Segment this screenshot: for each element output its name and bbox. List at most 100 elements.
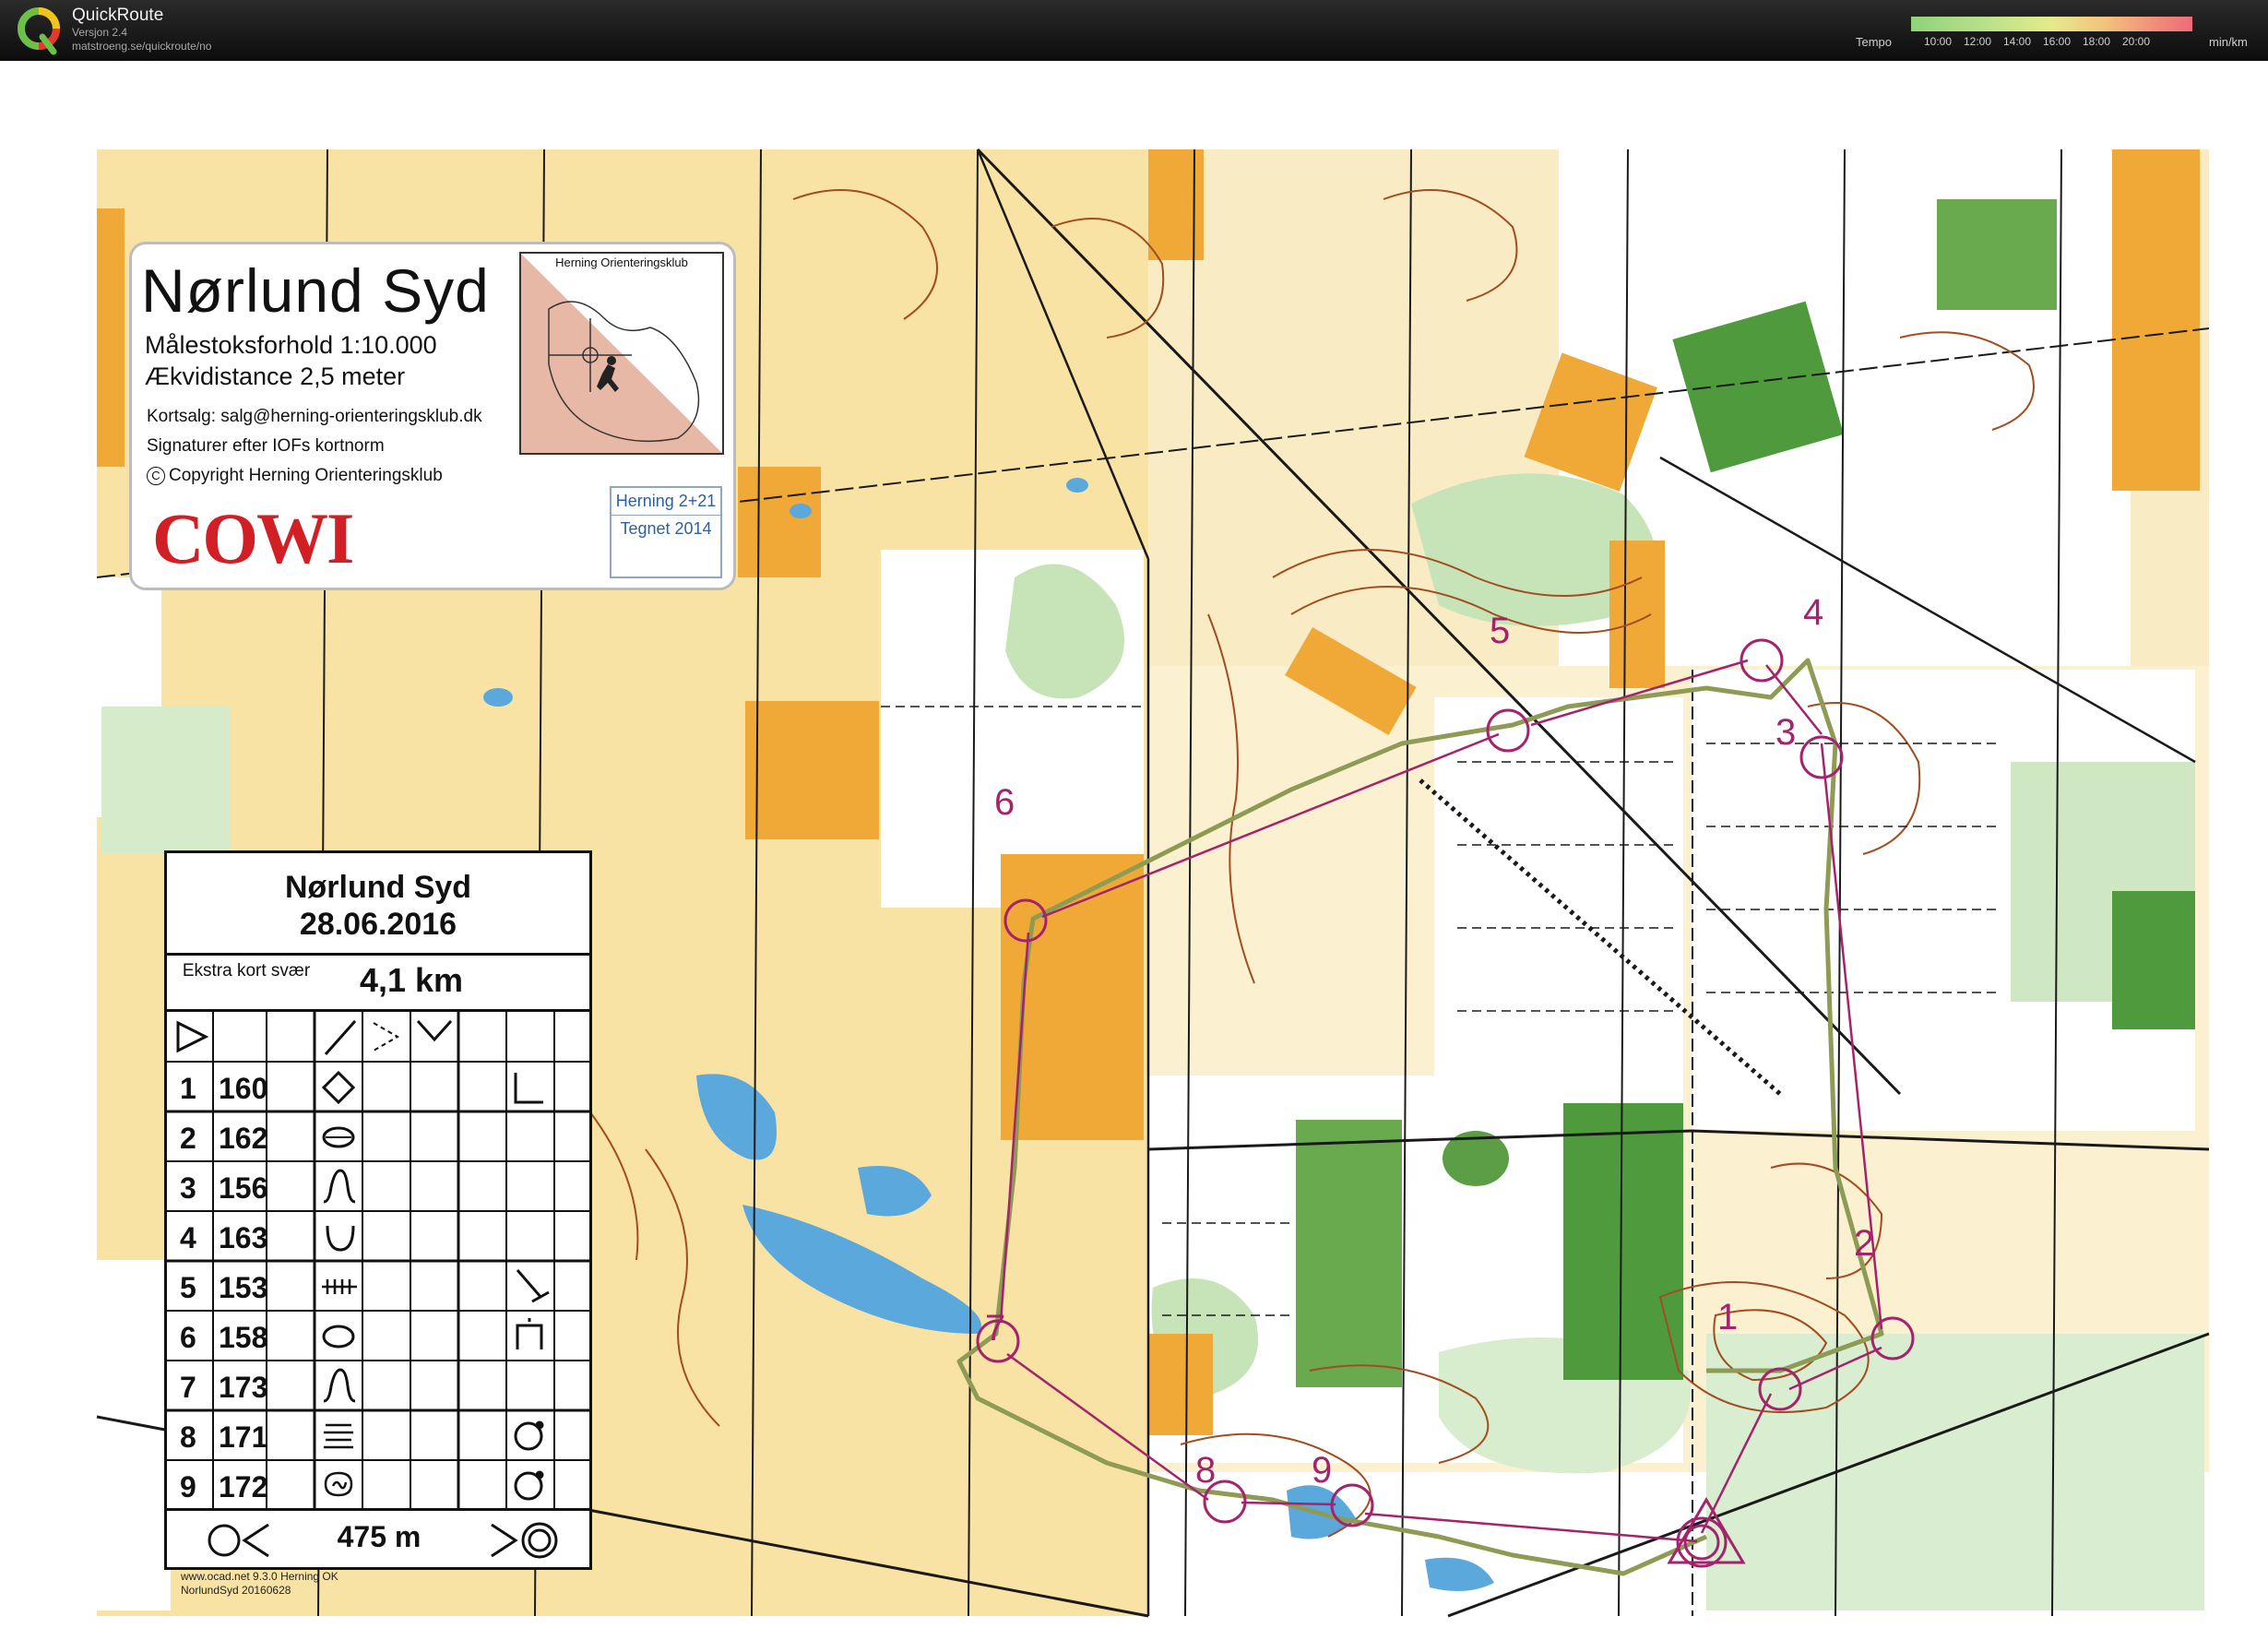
print-info: www.ocad.net 9.3.0 Herning OK NorlundSyd… xyxy=(181,1570,338,1598)
desc-row-4-num: 4 xyxy=(180,1221,196,1254)
desc-row-3-num: 3 xyxy=(180,1171,196,1205)
desc-row-1-code: 160 xyxy=(219,1072,267,1105)
marsh-symbol-icon xyxy=(324,1423,353,1449)
control-label-4: 4 xyxy=(1803,592,1824,633)
course-length: 4,1 km xyxy=(359,961,464,999)
tempo-tick: 16:00 xyxy=(2043,35,2072,48)
control-label-2: 2 xyxy=(1854,1223,1875,1264)
rough-open-area xyxy=(745,701,879,839)
club-area-map xyxy=(521,254,722,453)
print-info-line: www.ocad.net 9.3.0 Herning OK xyxy=(181,1570,338,1583)
rough-open-area xyxy=(738,467,821,577)
control-label-7: 7 xyxy=(985,1308,1006,1349)
foot-symbol-icon xyxy=(516,1318,543,1349)
control-to-marked-route-icon xyxy=(208,1523,269,1558)
foot-of-knoll-symbol-icon xyxy=(514,1420,544,1451)
depression-symbol-icon xyxy=(326,1225,355,1252)
app-version: Versjon 2.4 xyxy=(72,26,128,39)
corner-symbol-icon xyxy=(514,1073,543,1104)
club-inset-map: Herning Orienteringsklub xyxy=(519,252,724,455)
undergrowth-area xyxy=(1706,1334,2204,1610)
map-equidistance: Ækvidistance 2,5 meter xyxy=(145,362,406,390)
map-sales-contact: Kortsalg: salg@herning-orienteringsklub.… xyxy=(147,407,482,426)
course-class-row: Ekstra kort svær 4,1 km xyxy=(167,956,589,1012)
plantation-area xyxy=(1296,1120,1402,1387)
finish-row: 475 m xyxy=(167,1508,589,1570)
boulder-symbol-icon xyxy=(321,1070,356,1105)
sponsor-logo: COWI xyxy=(152,498,354,578)
fence-symbol-icon xyxy=(322,1279,357,1294)
desc-row-8-code: 171 xyxy=(219,1420,267,1454)
map-drawn-year: Tegnet 2014 xyxy=(620,519,712,538)
foot-of-knoll-symbol-icon xyxy=(514,1470,544,1501)
tempo-ticks: 10:00 12:00 14:00 16:00 18:00 20:00 xyxy=(1924,35,2201,48)
rough-open-area xyxy=(1148,149,1204,260)
desc-row-5-num: 5 xyxy=(180,1271,196,1304)
control-label-6: 6 xyxy=(994,782,1015,823)
map-version-box: Herning 2+21 Tegnet 2014 xyxy=(610,486,722,578)
undergrowth-area xyxy=(101,707,231,854)
pond xyxy=(1066,478,1088,493)
map-view[interactable]: 1 2 3 4 5 6 7 8 9 Nørlund Syd Målestoksf… xyxy=(0,61,2268,1640)
finish-distance: 475 m xyxy=(337,1520,422,1553)
copyright-text: Copyright Herning Orienteringsklub xyxy=(169,466,443,485)
map-title-box: Nørlund Syd Målestoksforhold 1:10.000 Æk… xyxy=(129,242,736,590)
rough-open-area xyxy=(1148,1334,1213,1435)
desc-row-5-code: 153 xyxy=(219,1271,267,1304)
course-date: 28.06.2016 xyxy=(299,907,457,942)
hill-symbol-icon xyxy=(324,1471,353,1497)
map-name: Nørlund Syd xyxy=(141,256,490,325)
map-copyright: C Copyright Herning Orienteringsklub xyxy=(147,466,443,486)
course-class: Ekstra kort svær xyxy=(182,961,311,980)
forest-area xyxy=(97,1260,171,1610)
app-url[interactable]: matstroeng.se/quickroute/no xyxy=(72,40,211,53)
tempo-tick: 12:00 xyxy=(1964,35,1992,48)
copyright-icon: C xyxy=(147,466,165,485)
control-label-9: 9 xyxy=(1312,1450,1333,1491)
thicket-symbol-icon xyxy=(322,1325,355,1349)
rough-open-area xyxy=(97,208,125,467)
desc-row-2-code: 162 xyxy=(219,1122,267,1155)
app-titlebar: QuickRoute Versjon 2.4 matstroeng.se/qui… xyxy=(0,0,2268,61)
desc-row-4-code: 163 xyxy=(219,1221,267,1254)
rough-open-area xyxy=(2112,149,2200,491)
path-symbol-icon xyxy=(324,1020,357,1055)
quickroute-logo-icon xyxy=(18,7,60,55)
map-scale: Målestoksforhold 1:10.000 xyxy=(145,331,437,359)
control-label-5: 5 xyxy=(1490,611,1511,651)
side-symbol-icon xyxy=(516,1269,550,1303)
plantation-area xyxy=(1937,199,2057,310)
forest-area xyxy=(1434,697,1683,1131)
course-name: Nørlund Syd xyxy=(284,870,472,905)
plantation-area xyxy=(1563,1103,1683,1380)
map-symbol-standard: Signaturer efter IOFs kortnorm xyxy=(147,436,385,456)
pond xyxy=(483,688,513,707)
club-name: Herning Orienteringsklub xyxy=(555,256,688,269)
map-edition: Herning 2+21 xyxy=(612,492,720,516)
plantation-area xyxy=(2112,891,2195,1029)
finish-symbol-icon xyxy=(491,1522,558,1559)
tempo-color-scale xyxy=(1911,17,2192,31)
tempo-unit: min/km xyxy=(2209,35,2248,49)
tempo-tick: 18:00 xyxy=(2083,35,2111,48)
desc-row-9-num: 9 xyxy=(180,1470,196,1503)
spur-symbol-icon xyxy=(323,1169,356,1204)
description-header: Nørlund Syd 28.06.2016 xyxy=(167,853,589,956)
tempo-label: Tempo xyxy=(1856,35,1893,49)
control-label-8: 8 xyxy=(1195,1450,1217,1491)
control-label-3: 3 xyxy=(1775,712,1797,753)
desc-row-3-code: 156 xyxy=(219,1171,267,1205)
pond xyxy=(790,504,812,518)
description-grid: 1 160 2 162 3 156 4 163 5 153 6 158 7 17… xyxy=(167,1012,589,1510)
desc-row-2-num: 2 xyxy=(180,1122,196,1155)
start-symbol-icon xyxy=(176,1020,209,1053)
desc-row-6-code: 158 xyxy=(219,1321,267,1354)
control-description-sheet: Nørlund Syd 28.06.2016 Ekstra kort svær … xyxy=(164,850,592,1570)
desc-row-1-num: 1 xyxy=(180,1072,196,1105)
tempo-tick: 20:00 xyxy=(2122,35,2151,48)
desc-row-7-num: 7 xyxy=(180,1371,196,1404)
tempo-tick: 10:00 xyxy=(1924,35,1953,48)
desc-row-9-code: 172 xyxy=(219,1470,267,1503)
control-label-1: 1 xyxy=(1717,1297,1739,1337)
app-title: QuickRoute xyxy=(72,6,164,25)
